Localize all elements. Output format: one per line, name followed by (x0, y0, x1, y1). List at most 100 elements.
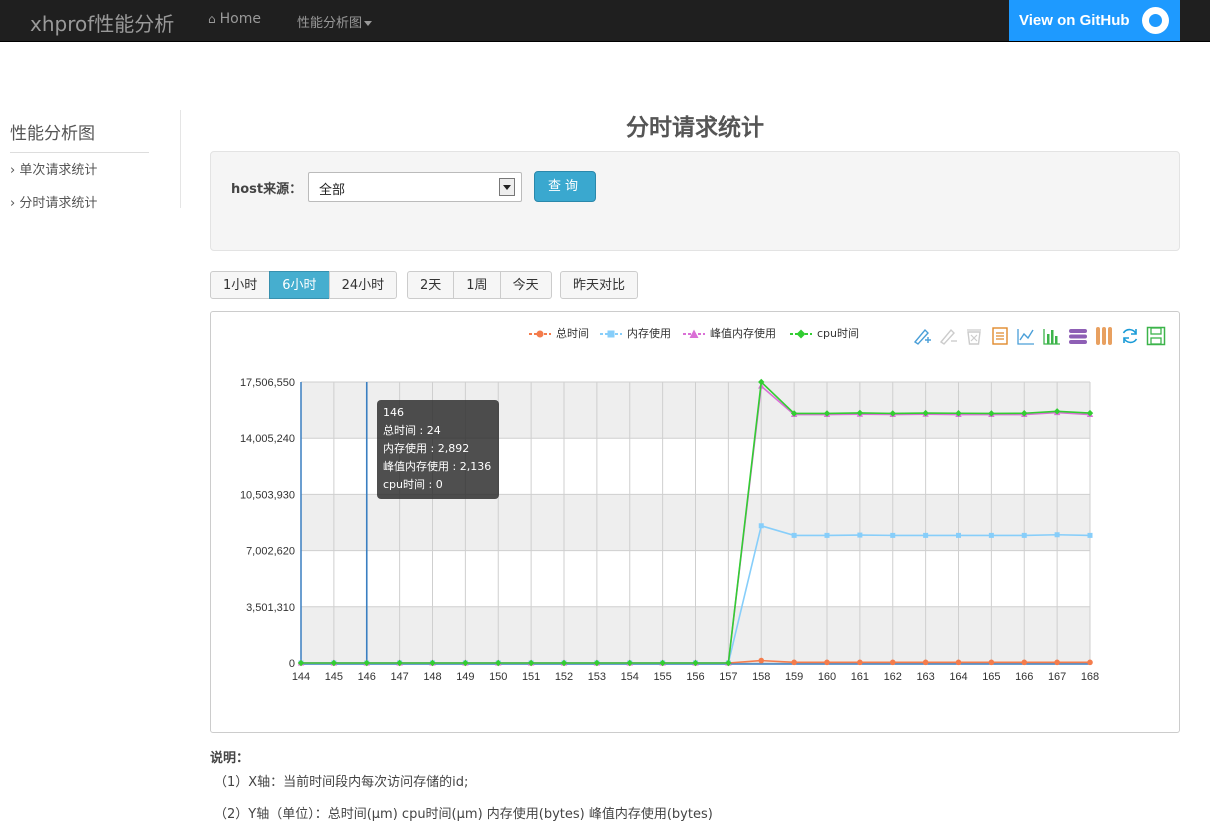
data-point (922, 659, 929, 666)
y-tick-label: 0 (289, 658, 295, 670)
nav-dropdown-label: 性能分析图 (297, 16, 363, 31)
y-tick-label: 7,002,620 (246, 546, 295, 558)
range-1w-button[interactable]: 1周 (453, 271, 501, 299)
x-tick-label: 155 (653, 671, 671, 683)
range-group-2: 2天 1周 今天 (407, 271, 552, 299)
data-point (1054, 659, 1060, 666)
page-title: 分时请求统计 (626, 115, 764, 141)
data-point (1021, 532, 1027, 538)
x-tick-label: 153 (588, 671, 606, 683)
x-tick-label: 154 (621, 671, 639, 683)
x-tick-label: 163 (916, 671, 934, 683)
range-group-1: 1小时 6小时 24小时 (210, 271, 398, 299)
data-point (1021, 659, 1028, 666)
notes-title: 说明： (210, 751, 250, 766)
x-tick-label: 164 (949, 671, 967, 683)
range-1h-button[interactable]: 1小时 (210, 271, 271, 299)
tooltip-title: 146 (383, 406, 404, 419)
notes-line: （1）X轴：当前时间段内每次访问存储的id; (214, 775, 469, 790)
x-tick-label: 156 (686, 671, 704, 683)
x-tick-label: 150 (489, 671, 507, 683)
data-point (791, 532, 797, 538)
chevron-down-icon[interactable] (499, 178, 515, 196)
data-point (824, 659, 830, 666)
host-select-value: 全部 (319, 183, 346, 198)
host-select[interactable]: 全部 (308, 172, 522, 202)
data-point (956, 532, 961, 538)
chart-tooltip: 146 总时间 : 24 内存使用 : 2,892 峰值内存使用 : 2,136… (377, 400, 499, 499)
nav-home-label: Home (219, 11, 261, 27)
y-tick-label: 3,501,310 (246, 602, 295, 614)
github-icon (1142, 7, 1169, 34)
sidebar: 性能分析图 › 单次请求统计 › 分时请求统计 (0, 110, 181, 211)
data-point (857, 532, 863, 538)
query-button[interactable]: 查询 (534, 171, 596, 202)
data-point (1087, 659, 1093, 666)
tooltip-line: cpu时间 : 0 (383, 478, 443, 491)
x-tick-label: 157 (719, 671, 737, 683)
github-button[interactable]: View on GitHub (1009, 0, 1180, 41)
x-tick-label: 168 (1081, 671, 1099, 683)
sidebar-title: 性能分析图 (10, 124, 95, 144)
range-24h-button[interactable]: 24小时 (328, 271, 398, 299)
x-tick-label: 151 (522, 671, 540, 683)
x-tick-label: 145 (325, 671, 343, 683)
x-tick-label: 144 (292, 671, 310, 683)
x-tick-label: 158 (752, 671, 770, 683)
data-point (791, 659, 797, 666)
sidebar-item-timeslice[interactable]: › 分时请求统计 (10, 192, 97, 211)
x-tick-label: 167 (1048, 671, 1066, 683)
data-point (890, 532, 896, 538)
data-point (857, 659, 863, 666)
y-tick-label: 10,503,930 (240, 489, 295, 501)
data-point (988, 532, 994, 538)
x-tick-label: 160 (818, 671, 836, 683)
chevron-down-icon (364, 21, 373, 26)
filter-panel: host来源： 全部 查询 (210, 151, 1180, 251)
x-tick-label: 166 (1015, 671, 1033, 683)
x-tick-label: 149 (456, 671, 474, 683)
data-point (758, 657, 765, 664)
data-point (889, 659, 896, 666)
nav-dropdown[interactable]: 性能分析图 (297, 12, 373, 31)
range-6h-button[interactable]: 6小时 (269, 271, 330, 299)
data-point (824, 532, 830, 538)
x-tick-label: 148 (423, 671, 441, 683)
x-tick-label: 161 (851, 671, 869, 683)
compare-yesterday-button[interactable]: 昨天对比 (560, 271, 639, 299)
x-tick-label: 162 (884, 671, 902, 683)
chart-panel: 总时间 内存使用 峰值内存使用 cpu时间 0 3,501,310 7,002,62… (210, 311, 1180, 733)
sidebar-item-label: 分时请求统计 (19, 196, 98, 211)
x-tick-label: 152 (555, 671, 573, 683)
brand[interactable]: xhprof性能分析 (30, 8, 174, 37)
sidebar-divider (10, 152, 149, 153)
data-point (923, 532, 929, 538)
data-point (1054, 532, 1060, 538)
sidebar-item-single[interactable]: › 单次请求统计 (10, 159, 97, 178)
range-group-3: 昨天对比 (560, 271, 639, 299)
notes: 说明： （1）X轴：当前时间段内每次访问存储的id; （2）Y轴（单位）：总时间… (210, 747, 713, 822)
host-label: host来源： (231, 182, 303, 197)
tooltip-line: 峰值内存使用 : 2,136 (383, 460, 492, 473)
y-tick-label: 17,506,550 (240, 377, 295, 389)
home-icon: ⌂ (208, 12, 216, 26)
x-tick-label: 146 (358, 671, 376, 683)
tooltip-line: 内存使用 : 2,892 (383, 442, 470, 455)
tooltip-line: 总时间 : 24 (383, 424, 441, 437)
sidebar-item-label: 单次请求统计 (19, 163, 98, 178)
y-tick-label: 14,005,240 (240, 433, 295, 445)
github-label: View on GitHub (1019, 12, 1130, 29)
x-tick-label: 147 (390, 671, 408, 683)
notes-line: （2）Y轴（单位）：总时间(μm) cpu时间(μm) 内存使用(bytes) … (214, 807, 713, 822)
data-point (758, 523, 764, 529)
range-2d-button[interactable]: 2天 (407, 271, 455, 299)
x-tick-label: 159 (785, 671, 803, 683)
data-point (955, 659, 962, 666)
data-point (988, 659, 995, 666)
nav-home-link[interactable]: ⌂ Home (208, 11, 261, 27)
x-tick-label: 165 (982, 671, 1000, 683)
top-navbar: xhprof性能分析 ⌂ Home 性能分析图 View on GitHub (0, 0, 1210, 42)
range-today-button[interactable]: 今天 (499, 271, 552, 299)
line-chart: 0 3,501,310 7,002,620 10,503,930 14,005,240 1… (240, 377, 1099, 683)
data-point (1087, 532, 1093, 538)
